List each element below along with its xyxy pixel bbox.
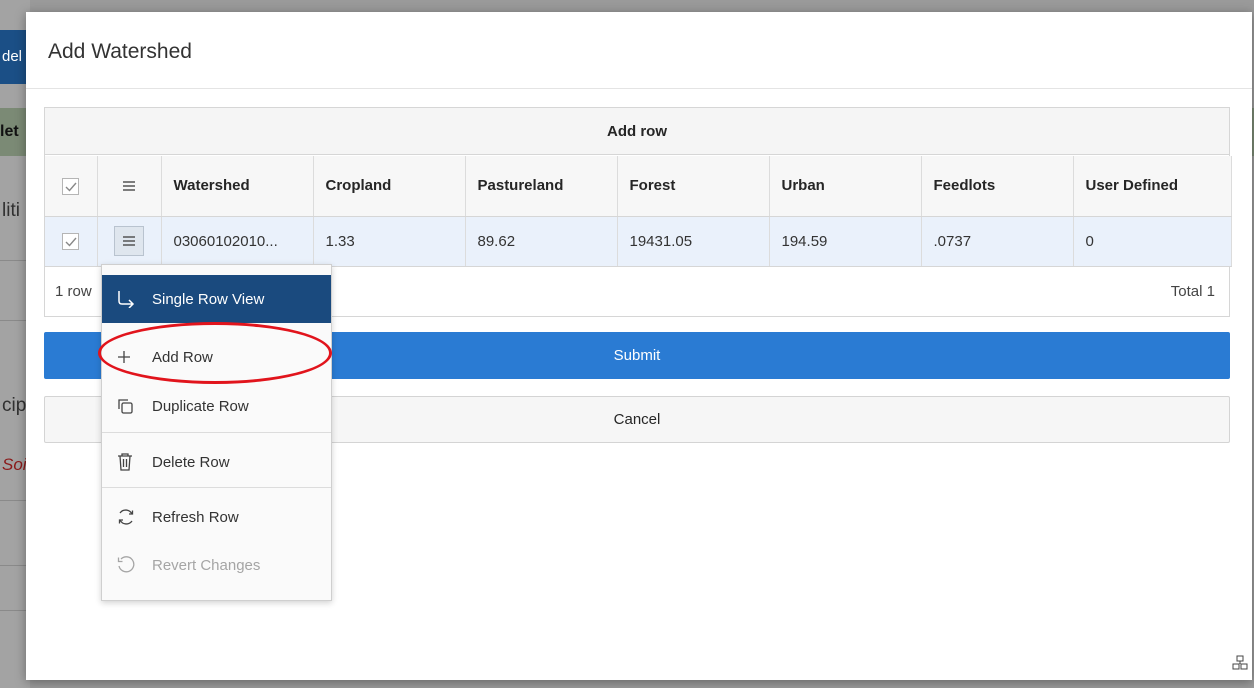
column-header-pastureland[interactable]: Pastureland bbox=[465, 156, 618, 217]
column-header-user-defined[interactable]: User Defined bbox=[1073, 156, 1232, 217]
background-text-fragment: cip bbox=[2, 395, 27, 416]
add-row-button[interactable]: Add row bbox=[45, 108, 1229, 155]
table-row[interactable]: 03060102010... 1.33 89.62 19431.05 194.5… bbox=[45, 216, 1232, 267]
duplicate-icon bbox=[116, 397, 144, 415]
cell-user-defined[interactable]: 0 bbox=[1073, 216, 1232, 267]
menu-item-label: Refresh Row bbox=[152, 508, 239, 526]
menu-item-refresh-row[interactable]: Refresh Row bbox=[102, 493, 331, 541]
highlight-annotation-oval bbox=[98, 322, 332, 384]
header-actions-cell bbox=[97, 156, 162, 217]
menu-item-label: Single Row View bbox=[152, 290, 265, 308]
cell-cropland[interactable]: 1.33 bbox=[313, 216, 466, 267]
row-actions-cell[interactable] bbox=[97, 216, 162, 267]
cell-watershed[interactable]: 03060102010... bbox=[161, 216, 314, 267]
menu-item-revert-changes: Revert Changes bbox=[102, 541, 331, 589]
revert-icon bbox=[116, 555, 144, 575]
cell-pastureland[interactable]: 89.62 bbox=[465, 216, 618, 267]
grid-header-row: Watershed Cropland Pastureland Forest Ur… bbox=[45, 156, 1232, 217]
refresh-icon bbox=[116, 507, 144, 527]
menu-item-label: Delete Row bbox=[152, 453, 230, 471]
hamburger-icon bbox=[123, 236, 135, 246]
column-header-urban[interactable]: Urban bbox=[769, 156, 922, 217]
menu-item-duplicate-row[interactable]: Duplicate Row bbox=[102, 382, 331, 430]
cell-forest[interactable]: 19431.05 bbox=[617, 216, 770, 267]
row-count-label: 1 row bbox=[55, 283, 92, 300]
menu-divider bbox=[102, 487, 331, 488]
menu-divider bbox=[102, 432, 331, 433]
select-all-cell[interactable] bbox=[45, 156, 98, 217]
row-actions-context-menu: Single Row View Add Row Duplicate Row De… bbox=[101, 264, 332, 601]
grid-table: Watershed Cropland Pastureland Forest Ur… bbox=[45, 156, 1232, 267]
column-header-watershed[interactable]: Watershed bbox=[161, 156, 314, 217]
column-header-forest[interactable]: Forest bbox=[617, 156, 770, 217]
menu-item-single-row-view[interactable]: Single Row View bbox=[102, 275, 331, 323]
resize-handle-icon[interactable] bbox=[1232, 655, 1248, 676]
background-text-fragment: liti bbox=[2, 200, 20, 221]
total-count-label: Total 1 bbox=[1170, 283, 1215, 300]
select-all-checkbox[interactable] bbox=[62, 177, 80, 195]
cell-feedlots[interactable]: .0737 bbox=[921, 216, 1074, 267]
menu-item-label: Revert Changes bbox=[152, 556, 261, 574]
single-row-view-icon bbox=[116, 290, 144, 308]
hamburger-icon bbox=[114, 171, 144, 201]
column-header-feedlots[interactable]: Feedlots bbox=[921, 156, 1074, 217]
row-checkbox[interactable] bbox=[62, 232, 80, 250]
row-select-cell[interactable] bbox=[45, 216, 98, 267]
column-header-cropland[interactable]: Cropland bbox=[313, 156, 466, 217]
checkmark-icon bbox=[65, 182, 77, 192]
checkmark-icon bbox=[65, 237, 77, 247]
cell-urban[interactable]: 194.59 bbox=[769, 216, 922, 267]
background-button-fragment: del bbox=[0, 30, 26, 84]
background-text-fragment: Soi bbox=[2, 455, 27, 474]
row-actions-menu-button[interactable] bbox=[114, 226, 144, 256]
dialog-title: Add Watershed bbox=[48, 40, 192, 63]
menu-item-label: Duplicate Row bbox=[152, 397, 249, 415]
trash-icon bbox=[116, 452, 144, 472]
title-divider bbox=[26, 88, 1252, 89]
menu-item-delete-row[interactable]: Delete Row bbox=[102, 438, 331, 486]
